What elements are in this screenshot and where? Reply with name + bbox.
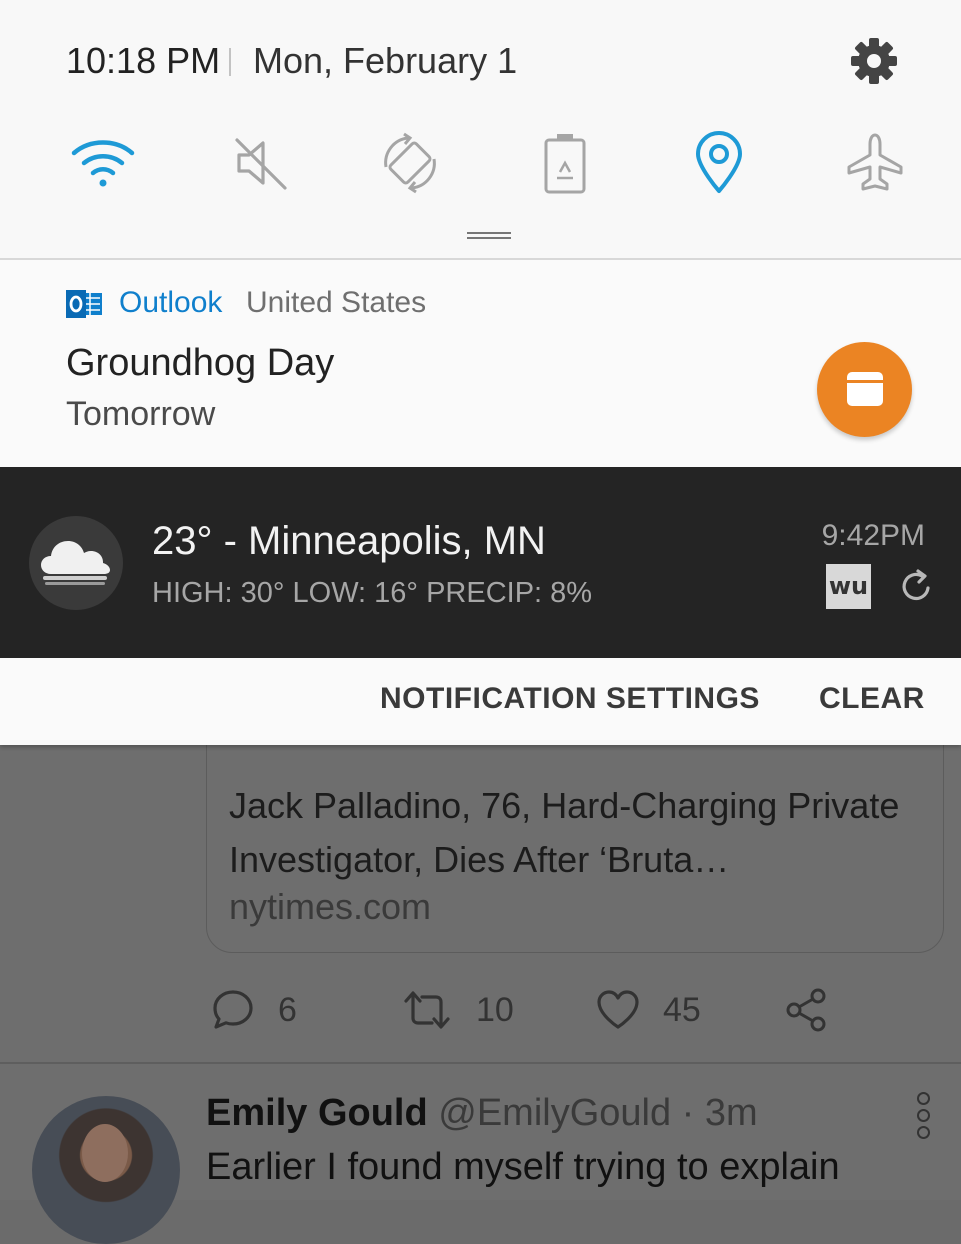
weather-title: 23° - Minneapolis, MN	[152, 519, 546, 563]
calendar-action-button[interactable]	[817, 342, 912, 437]
airplane-mode-toggle[interactable]	[842, 130, 908, 196]
outlook-notification[interactable]: Outlook United States Groundhog Day Tomo…	[0, 260, 961, 467]
heart-icon	[597, 990, 639, 1029]
airplane-icon	[847, 133, 903, 191]
tweet-text: Earlier I found myself trying to explain	[206, 1146, 840, 1188]
weather-time: 9:42PM	[821, 519, 925, 552]
tweet-author-name[interactable]: Emily Gould	[206, 1092, 428, 1134]
shade-drag-handle[interactable]	[467, 232, 511, 240]
like-count: 45	[663, 990, 701, 1029]
battery-recycle-icon	[544, 134, 586, 194]
notification-actions: NOTIFICATION SETTINGS CLEAR	[0, 658, 961, 745]
more-options-icon[interactable]	[912, 1092, 934, 1139]
link-card-domain: nytimes.com	[229, 886, 432, 927]
like-button[interactable]: 45	[595, 985, 701, 1035]
status-time: 10:18 PM	[66, 40, 221, 81]
avatar[interactable]	[32, 1096, 180, 1244]
weather-underground-logo: wu	[826, 564, 871, 609]
reply-count: 6	[278, 990, 297, 1029]
refresh-icon[interactable]	[900, 568, 934, 604]
clear-button[interactable]: CLEAR	[819, 682, 925, 716]
tweet-author-handle: @EmilyGould · 3m	[438, 1092, 758, 1134]
wifi-icon	[71, 140, 135, 187]
notification-shade: 10:18 PM Mon, February 1 Outlook United …	[0, 0, 961, 745]
retweet-count: 10	[476, 990, 514, 1029]
weather-notification[interactable]: 23° - Minneapolis, MN HIGH: 30° LOW: 16°…	[0, 467, 961, 658]
notification-title: Groundhog Day	[66, 342, 335, 384]
share-button[interactable]	[784, 985, 830, 1035]
weather-details: HIGH: 30° LOW: 16° PRECIP: 8%	[152, 577, 593, 609]
retweet-icon	[404, 991, 450, 1029]
calendar-icon	[847, 372, 883, 406]
notification-subtext: United States	[246, 286, 427, 319]
gear-icon[interactable]	[848, 35, 900, 87]
sound-toggle[interactable]	[227, 130, 293, 196]
status-separator	[229, 48, 231, 76]
tweet-header: Emily Gould @EmilyGould · 3m	[206, 1092, 758, 1135]
retweet-button[interactable]: 10	[400, 985, 514, 1035]
notification-app-name: Outlook	[119, 286, 223, 319]
status-date: Mon, February 1	[253, 40, 518, 81]
share-icon	[786, 988, 826, 1032]
mute-icon	[235, 138, 287, 190]
auto-rotate-toggle[interactable]	[377, 130, 443, 196]
reply-button[interactable]: 6	[210, 985, 297, 1035]
location-toggle[interactable]	[686, 130, 752, 196]
tweet-action-bar: 6 10 45	[210, 985, 850, 1035]
wifi-toggle[interactable]	[70, 130, 136, 196]
reply-icon	[213, 990, 253, 1029]
rotate-icon	[384, 132, 436, 194]
link-card-title: Jack Palladino, 76, Hard-Charging Privat…	[229, 785, 900, 880]
location-pin-icon	[696, 131, 742, 193]
power-saving-toggle[interactable]	[532, 130, 598, 196]
notification-settings-button[interactable]: NOTIFICATION SETTINGS	[380, 682, 760, 716]
cloud-icon	[29, 516, 123, 610]
notification-text: Tomorrow	[66, 395, 216, 433]
outlook-logo-icon	[66, 290, 102, 318]
feed-divider	[0, 1062, 961, 1064]
